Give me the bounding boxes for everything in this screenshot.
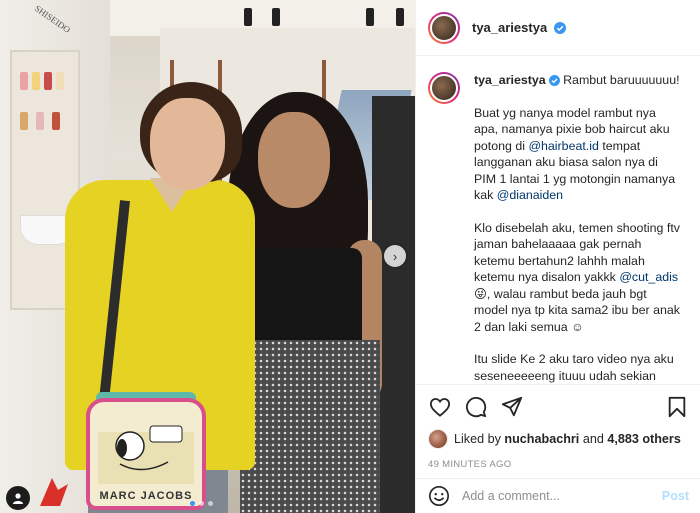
mention-link[interactable]: @cut_adis — [619, 270, 678, 284]
user-tag-button[interactable] — [6, 486, 30, 510]
carousel-dot — [199, 501, 204, 506]
user-tag-icon — [13, 493, 23, 504]
heart-icon — [429, 398, 451, 417]
slide-next-button[interactable]: › — [384, 245, 406, 267]
post-header: tya_ariestya — [416, 0, 700, 56]
liker-username[interactable]: nuchabachri — [504, 432, 579, 446]
author-avatar[interactable] — [428, 11, 460, 44]
instagram-post: SHISEIDO MARC JACOBS › tya_ariestya tya_… — [0, 0, 700, 513]
caption-area: tya_ariestya Rambut baruuuuuuu! Buat yg … — [416, 56, 700, 383]
likes-others-count[interactable]: 4,883 others — [607, 432, 681, 446]
action-bar: Liked by nuchabachri and 4,883 others 49… — [416, 384, 700, 470]
caption-headline: tya_ariestya Rambut baruuuuuuu! — [474, 72, 682, 89]
carousel-dot-active — [190, 501, 195, 506]
post-side-panel: tya_ariestya tya_ariestya Rambut baruuuu… — [415, 0, 700, 513]
caption-headline-text: Rambut baruuuuuuu! — [563, 73, 680, 87]
author-username[interactable]: tya_ariestya — [472, 20, 547, 35]
caption-text-segment: 😜, walau rambut beda jauh bgt model nya … — [474, 286, 680, 334]
caption-paragraph: Itu slide Ke 2 aku taro video nya aku se… — [474, 351, 682, 383]
caption-avatar[interactable] — [428, 72, 460, 104]
mention-link[interactable]: @hairbeat.id — [528, 139, 598, 153]
post-comment-button[interactable]: Post — [662, 489, 689, 503]
share-icon — [501, 396, 523, 417]
verified-icon — [553, 22, 566, 34]
emoji-icon — [429, 486, 449, 506]
comment-button[interactable] — [464, 395, 488, 419]
like-button[interactable] — [428, 395, 452, 419]
likes-conjunction: and — [582, 432, 604, 446]
liker-avatar[interactable] — [428, 429, 448, 449]
caption-paragraph: Klo disebelah aku, temen shooting ftv ja… — [474, 220, 682, 336]
comment-box: Post — [416, 478, 700, 513]
snoopy-illustration — [98, 425, 194, 484]
likes-summary: Liked by nuchabachri and 4,883 others — [428, 429, 689, 449]
action-icons — [428, 393, 689, 421]
caption-username[interactable]: tya_ariestya — [474, 73, 546, 87]
save-button[interactable] — [665, 395, 689, 419]
caption-text: tya_ariestya Rambut baruuuuuuu! Buat yg … — [474, 72, 682, 383]
person-left-face — [150, 98, 225, 190]
likes-text: Liked by nuchabachri and 4,883 others — [454, 432, 681, 446]
person-right-face — [258, 112, 330, 208]
caption-paragraph: Buat yg nanya model rambut nya apa, nama… — [474, 105, 682, 204]
comment-input[interactable] — [462, 489, 662, 503]
mention-link[interactable]: @dianaiden — [497, 188, 563, 202]
post-timestamp[interactable]: 49 MINUTES AGO — [428, 459, 689, 470]
bookmark-icon — [668, 396, 686, 418]
caption-text-segment: Itu slide Ke 2 aku taro video nya aku se… — [474, 352, 674, 383]
author-username-link[interactable]: tya_ariestya — [472, 20, 566, 35]
likes-prefix: Liked by — [454, 432, 501, 446]
arrow-watermark — [34, 470, 74, 513]
post-photo[interactable]: SHISEIDO MARC JACOBS › — [0, 0, 415, 513]
emoji-button[interactable] — [428, 485, 450, 507]
carousel-dots — [190, 501, 213, 506]
verified-icon — [548, 75, 560, 86]
slide-next-icon: › — [392, 248, 398, 264]
carousel-dot — [208, 501, 213, 506]
bag-brand-label: MARC JACOBS — [99, 490, 193, 502]
person-right-pants — [240, 340, 380, 513]
comment-icon — [466, 397, 487, 418]
share-button[interactable] — [500, 395, 524, 419]
